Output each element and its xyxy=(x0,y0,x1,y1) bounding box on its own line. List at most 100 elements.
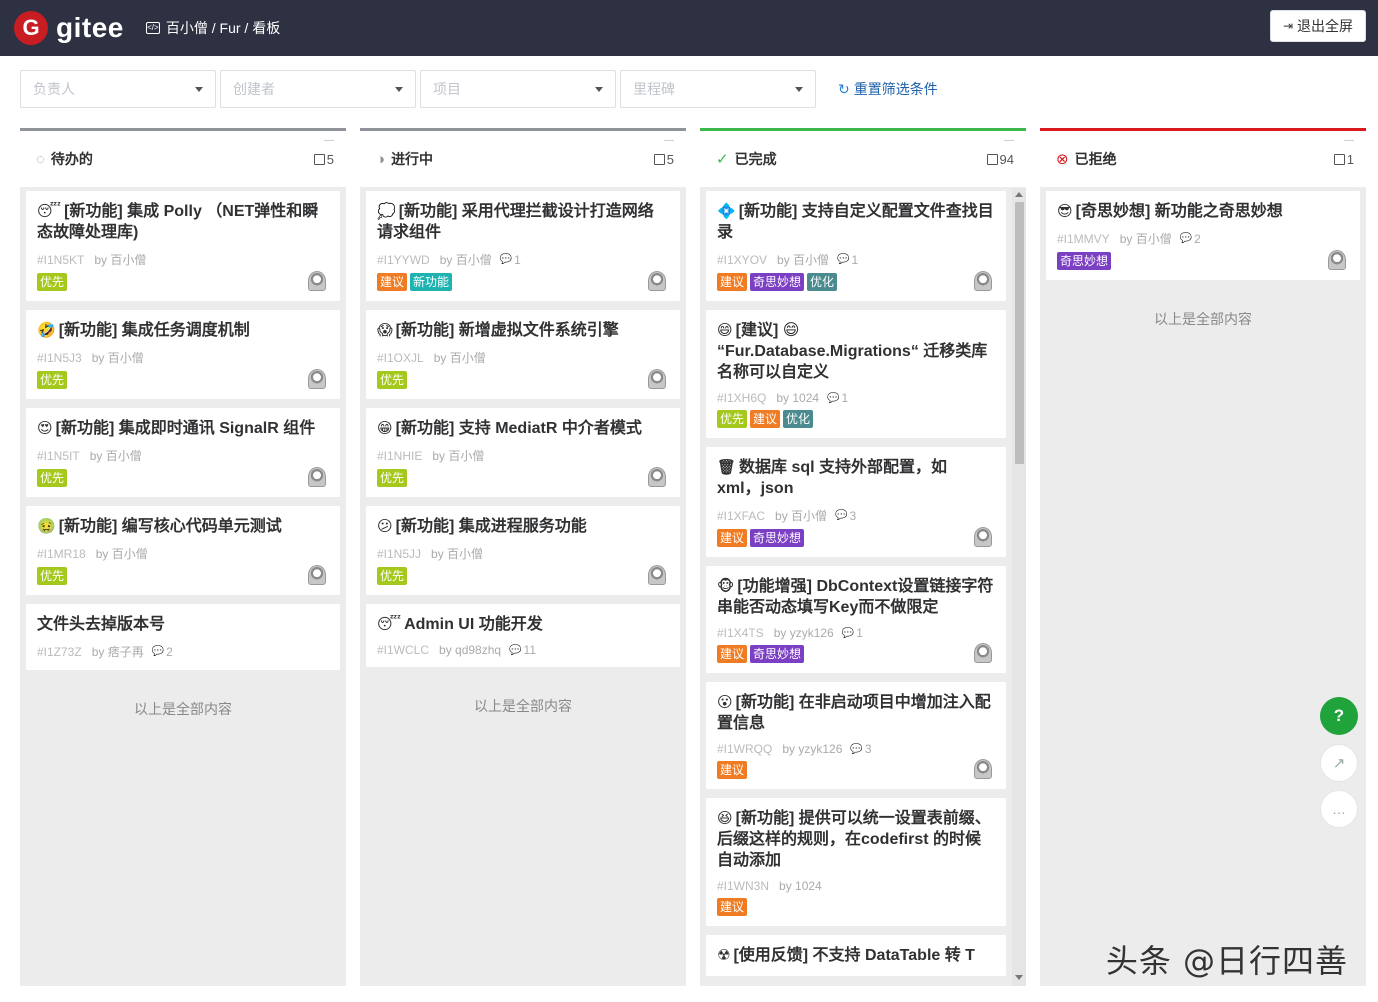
issue-title[interactable]: 😆 [新功能] 提供可以统一设置表前缀、后缀这样的规则，在codefirst 的时… xyxy=(717,808,995,871)
project-placeholder: 项目 xyxy=(433,81,461,97)
assignee-avatar[interactable] xyxy=(974,527,992,547)
scroll-thumb[interactable] xyxy=(1015,202,1024,464)
issue-title[interactable]: 🐵 [功能增强] DbContext设置链接字符串能否动态填写Key而不做限定 xyxy=(717,576,995,618)
issue-card[interactable]: 🤣 [新功能] 集成任务调度机制 #I1N5J3 by 百小僧 优先 xyxy=(26,310,340,399)
collapse-handle[interactable]: — xyxy=(664,135,674,146)
issue-title[interactable]: 😍 [新功能] 集成即时通讯 SignalR 组件 xyxy=(37,418,329,439)
assignee-avatar[interactable] xyxy=(308,565,326,585)
feedback-chat-button[interactable]: … xyxy=(1320,790,1358,828)
comment-icon: 💬 xyxy=(850,743,863,755)
collapse-handle[interactable]: — xyxy=(1004,135,1014,146)
issue-title[interactable]: 🗑 数据库 sql 支持外部配置，如 xml，json xyxy=(717,457,995,499)
assignee-avatar[interactable] xyxy=(974,271,992,291)
issue-title[interactable]: 💠 [新功能] 支持自定义配置文件查找目录 xyxy=(717,201,995,243)
column-header: ◌ 待办的 5 — xyxy=(20,131,346,187)
assignee-avatar[interactable] xyxy=(648,565,666,585)
issue-title[interactable]: 😱 [新功能] 新增虚拟文件系统引擎 xyxy=(377,320,669,341)
exit-fullscreen-button[interactable]: ⇥ 退出全屏 xyxy=(1269,10,1366,42)
issue-title-text: [新功能] 新增虚拟文件系统引擎 xyxy=(395,322,619,339)
column-title: 已拒绝 xyxy=(1074,151,1117,167)
issue-title[interactable]: 😁 [新功能] 支持 MediatR 中介者模式 xyxy=(377,418,669,439)
issue-meta: #I1Z73Z by 痞子再 💬 2 xyxy=(37,643,329,660)
assignee-avatar[interactable] xyxy=(648,369,666,389)
issue-title-text: [新功能] 集成 Polly （NET弹性和瞬态故障处理库) xyxy=(37,203,319,241)
exit-icon: ⇥ xyxy=(1282,19,1293,33)
issue-id: #I1YYWD xyxy=(377,252,430,267)
issue-title-text: [奇思妙想] 新功能之奇思妙想 xyxy=(1075,203,1283,220)
issue-card[interactable]: 😆 [新功能] 提供可以统一设置表前缀、后缀这样的规则，在codefirst 的时… xyxy=(706,798,1006,926)
assignee-avatar[interactable] xyxy=(974,643,992,663)
issue-card[interactable]: 😎 [奇思妙想] 新功能之奇思妙想 #I1MMVY by 百小僧 💬 2 奇思妙想 xyxy=(1046,191,1360,280)
issue-card[interactable]: 💭 [新功能] 采用代理拦截设计打造网络请求组件 #I1YYWD by 百小僧 💬 1 建议… xyxy=(366,191,680,301)
issue-labels: 建议 xyxy=(717,761,995,779)
assignee-avatar[interactable] xyxy=(648,467,666,487)
issue-title[interactable]: 文件头去掉版本号 xyxy=(37,614,329,635)
issue-title[interactable]: 😎 [奇思妙想] 新功能之奇思妙想 xyxy=(1057,201,1349,222)
issue-title-text: 数据库 sql 支持外部配置，如 xml，json xyxy=(717,459,948,497)
issue-card[interactable]: 😱 [新功能] 新增虚拟文件系统引擎 #I1OXJL by 百小僧 优先 xyxy=(366,310,680,399)
assignee-avatar[interactable] xyxy=(308,271,326,291)
issue-count-icon xyxy=(1333,153,1345,165)
comment-count: 2 xyxy=(1194,231,1201,246)
assignee-avatar[interactable] xyxy=(974,759,992,779)
issue-title[interactable]: 😄 [建议] 😄 “Fur.Database.Migrations“ 迁移类库名称… xyxy=(717,320,995,383)
issue-card[interactable]: 文件头去掉版本号 #I1Z73Z by 痞子再 💬 2 xyxy=(26,604,340,670)
issue-card[interactable]: 😴 [新功能] 集成 Polly （NET弹性和瞬态故障处理库) #I1N5KT by… xyxy=(26,191,340,301)
milestone-placeholder: 里程碑 xyxy=(633,81,675,97)
milestone-select[interactable]: 里程碑 xyxy=(620,70,816,108)
label-tag: 优先 xyxy=(377,469,408,487)
issue-card[interactable]: ☢ [使用反馈] 不支持 DataTable 转 T xyxy=(706,935,1006,976)
issue-title[interactable]: 🤢 [新功能] 编写核心代码单元测试 xyxy=(37,516,329,537)
issue-labels: 优先 xyxy=(37,469,329,487)
issue-title-text: [新功能] 集成进程服务功能 xyxy=(395,518,587,535)
collapse-handle[interactable]: — xyxy=(324,135,334,146)
column-scrollbar[interactable] xyxy=(1012,188,1026,986)
column-count-value: 1 xyxy=(1346,151,1354,167)
issue-title[interactable]: ☢ [使用反馈] 不支持 DataTable 转 T xyxy=(717,945,995,966)
issue-labels: 优先 xyxy=(377,371,669,389)
creator-select[interactable]: 创建者 xyxy=(220,70,416,108)
column-title: 已完成 xyxy=(734,151,777,167)
breadcrumb[interactable]: </> 百小僧 / Fur / 看板 xyxy=(145,18,280,38)
issue-title[interactable]: 😴 [新功能] 集成 Polly （NET弹性和瞬态故障处理库) xyxy=(37,201,329,243)
issue-title[interactable]: 😕 [新功能] 集成进程服务功能 xyxy=(377,516,669,537)
gitee-logo[interactable]: G gitee xyxy=(14,11,124,45)
project-select[interactable]: 项目 xyxy=(420,70,616,108)
assignee-avatar[interactable] xyxy=(1328,250,1346,270)
end-of-list-note: 以上是全部内容 xyxy=(474,698,572,714)
assignee-avatar[interactable] xyxy=(308,467,326,487)
issue-title[interactable]: 🤣 [新功能] 集成任务调度机制 xyxy=(37,320,329,341)
issue-title[interactable]: 💭 [新功能] 采用代理拦截设计打造网络请求组件 xyxy=(377,201,669,243)
issue-title-text: [新功能] 采用代理拦截设计打造网络请求组件 xyxy=(377,203,654,241)
issue-id: #I1OXJL xyxy=(377,350,424,365)
issue-card[interactable]: 😮 [新功能] 在非启动项目中增加注入配置信息 #I1WRQQ by yzyk126 💬… xyxy=(706,682,1006,789)
assignee-avatar[interactable] xyxy=(308,369,326,389)
collapse-handle[interactable]: — xyxy=(1344,135,1354,146)
scroll-down-arrow-icon[interactable] xyxy=(1015,975,1023,980)
issue-title[interactable]: 😴 Admin UI 功能开发 xyxy=(377,614,669,635)
issue-title[interactable]: 😮 [新功能] 在非启动项目中增加注入配置信息 xyxy=(717,692,995,734)
column-header: ⊗ 已拒绝 1 — xyxy=(1040,131,1366,187)
issue-card[interactable]: 🤢 [新功能] 编写核心代码单元测试 #I1MR18 by 百小僧 优先 xyxy=(26,506,340,595)
issue-card[interactable]: 😁 [新功能] 支持 MediatR 中介者模式 #I1NHIE by 百小僧 优先 xyxy=(366,408,680,497)
issue-card[interactable]: 🐵 [功能增强] DbContext设置链接字符串能否动态填写Key而不做限定 #I… xyxy=(706,566,1006,673)
scroll-up-arrow-icon[interactable] xyxy=(1015,192,1023,197)
issue-card[interactable]: 😍 [新功能] 集成即时通讯 SignalR 组件 #I1N5IT by 百小僧 优先 xyxy=(26,408,340,497)
issue-card[interactable]: 💠 [新功能] 支持自定义配置文件查找目录 #I1XYOV by 百小僧 💬 1 建议 奇思妙… xyxy=(706,191,1006,301)
issue-id: #I1MR18 xyxy=(37,546,86,561)
assignee-avatar[interactable] xyxy=(648,271,666,291)
issue-card[interactable]: 😄 [建议] 😄 “Fur.Database.Migrations“ 迁移类库名称… xyxy=(706,310,1006,438)
issue-card[interactable]: 😴 Admin UI 功能开发 #I1WCLC by qd98zhq 💬 11 xyxy=(366,604,680,667)
issue-title-text: [新功能] 编写核心代码单元测试 xyxy=(58,518,282,535)
comment-icon: 💬 xyxy=(827,392,840,404)
reset-filters-link[interactable]: ↻ 重置筛选条件 xyxy=(838,79,938,99)
issue-meta: #I1N5JJ by 百小僧 xyxy=(377,545,669,562)
assignee-select[interactable]: 负责人 xyxy=(20,70,216,108)
emoji-icon: 😱 xyxy=(377,322,393,339)
issue-card[interactable]: 🗑 数据库 sql 支持外部配置，如 xml，json #I1XFAC by 百小僧 💬… xyxy=(706,447,1006,557)
issue-card[interactable]: 😕 [新功能] 集成进程服务功能 #I1N5JJ by 百小僧 优先 xyxy=(366,506,680,595)
issue-author: by yzyk126 xyxy=(773,626,834,640)
label-tag: 新功能 xyxy=(410,273,453,291)
help-button[interactable]: ? xyxy=(1320,697,1358,735)
share-button[interactable]: ↗ xyxy=(1320,744,1358,782)
